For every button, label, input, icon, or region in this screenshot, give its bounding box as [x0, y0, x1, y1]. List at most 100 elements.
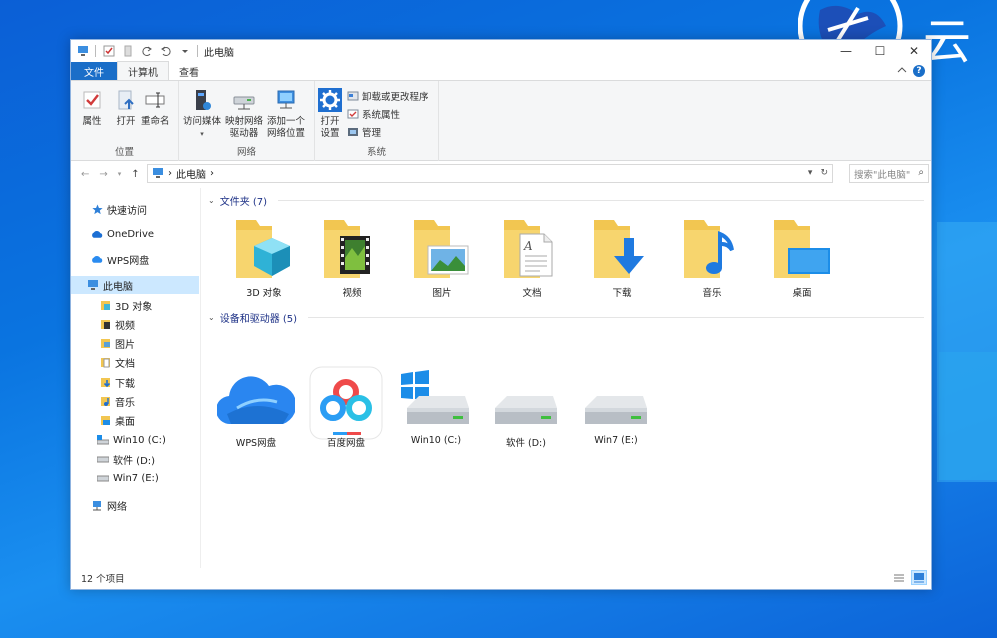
- folder-downloads[interactable]: 下载: [582, 216, 662, 299]
- rename-button[interactable]: 重命名: [141, 87, 170, 128]
- nav-item-pictures[interactable]: 图片: [99, 334, 135, 352]
- undo-icon[interactable]: [159, 45, 172, 58]
- device-drive-c[interactable]: Win10 (C:): [396, 368, 476, 446]
- device-drive-e[interactable]: Win7 (E:): [576, 368, 656, 446]
- nav-item-videos[interactable]: 视频: [99, 315, 135, 333]
- star-icon: [91, 203, 103, 215]
- search-input[interactable]: 搜索"此电脑" ⌕: [849, 164, 929, 183]
- properties-check-icon[interactable]: [102, 45, 115, 58]
- system-properties-button[interactable]: 系统属性: [347, 107, 400, 121]
- chevron-down-icon: ⌄: [208, 313, 215, 322]
- nav-item-documents[interactable]: 文档: [99, 353, 135, 371]
- address-input[interactable]: › 此电脑 › ▾ ↻: [147, 164, 833, 183]
- wps-cloud-icon: [91, 253, 103, 265]
- folder-videos[interactable]: 视频: [312, 216, 392, 299]
- close-button[interactable]: ✕: [897, 40, 931, 62]
- desktop-icon: [99, 414, 111, 426]
- folder-pictures[interactable]: 图片: [402, 216, 482, 299]
- properties-button[interactable]: 属性: [79, 87, 105, 128]
- nav-item-onedrive[interactable]: OneDrive: [91, 225, 154, 243]
- refresh-icon[interactable]: ↻: [820, 168, 828, 178]
- nav-item-drive-c[interactable]: Win10 (C:): [97, 431, 166, 449]
- folder-desktop[interactable]: 桌面: [762, 216, 842, 299]
- downloads-icon: [99, 376, 111, 388]
- new-folder-icon[interactable]: [121, 45, 134, 58]
- up-arrow-icon[interactable]: ↑: [131, 169, 139, 180]
- large-icons-view-button[interactable]: [911, 570, 927, 585]
- computer-icon: [153, 168, 163, 178]
- nav-item-network[interactable]: 网络: [91, 496, 127, 514]
- ribbon: 属性 打开 重命名 位置 访问媒体 ▾ 映射网络 驱动器 添加一个 网络位置 网…: [71, 81, 931, 161]
- ribbon-group-label: 网络: [236, 147, 256, 158]
- 3d-objects-icon: [99, 299, 111, 311]
- nav-item-quick-access[interactable]: 快速访问: [91, 200, 147, 218]
- map-network-drive-button[interactable]: 映射网络 驱动器: [225, 87, 263, 140]
- music-icon: [99, 395, 111, 407]
- access-media-button[interactable]: 访问媒体 ▾: [183, 87, 221, 140]
- system-properties-icon: [347, 109, 359, 119]
- window-title: 此电脑: [204, 47, 234, 59]
- open-settings-button[interactable]: 打开 设置: [317, 87, 343, 140]
- nav-item-music[interactable]: 音乐: [99, 392, 135, 410]
- collapse-ribbon-icon[interactable]: [897, 66, 907, 77]
- nav-item-3d-objects[interactable]: 3D 对象: [99, 296, 152, 314]
- chevron-down-icon[interactable]: [178, 45, 191, 58]
- minimize-button[interactable]: —: [829, 40, 863, 62]
- nav-item-this-pc[interactable]: 此电脑: [71, 276, 199, 294]
- open-button[interactable]: 打开: [113, 87, 139, 128]
- content-pane: ⌄ 文件夹 (7) 3D 对象 视频 图片 A 文档 下载 音乐 桌面 ⌄ 设备…: [202, 188, 932, 568]
- navigation-pane: 快速访问 OneDrive WPS网盘 此电脑 3D 对象 视频 图片 文档 下…: [71, 188, 201, 568]
- video-icon: [99, 318, 111, 330]
- ribbon-group-label: 位置: [114, 147, 134, 158]
- folder-documents[interactable]: A 文档: [492, 216, 572, 299]
- check-icon: [79, 87, 105, 113]
- drive-icon: [585, 396, 647, 424]
- computer-icon: [87, 279, 99, 291]
- downloads-folder-icon: [594, 220, 644, 278]
- manage-button[interactable]: 管理: [347, 125, 381, 139]
- breadcrumb-this-pc[interactable]: 此电脑: [176, 166, 206, 181]
- folder-3d-objects[interactable]: 3D 对象: [224, 216, 304, 299]
- settings-gear-icon: [317, 87, 343, 113]
- documents-icon: [99, 356, 111, 368]
- device-wps-drive[interactable]: WPS网盘: [216, 368, 296, 449]
- redo-icon[interactable]: [140, 45, 153, 58]
- nav-item-downloads[interactable]: 下载: [99, 373, 135, 391]
- details-view-button[interactable]: [891, 570, 907, 585]
- nav-item-drive-e[interactable]: Win7 (E:): [97, 469, 159, 487]
- network-icon: [91, 499, 103, 511]
- help-icon[interactable]: ?: [913, 65, 925, 77]
- device-drive-d[interactable]: 软件 (D:): [486, 368, 566, 449]
- drive-icon: [97, 453, 109, 465]
- 3d-objects-folder-icon: [236, 220, 290, 278]
- back-arrow-icon[interactable]: ←: [81, 169, 89, 180]
- title-bar: 此电脑 — ☐ ✕: [71, 40, 931, 62]
- rename-icon: [142, 87, 168, 113]
- documents-folder-icon: A: [504, 220, 553, 278]
- maximize-button[interactable]: ☐: [863, 40, 897, 62]
- tab-view[interactable]: 查看: [169, 62, 209, 80]
- add-network-location-button[interactable]: 添加一个 网络位置: [267, 87, 305, 140]
- device-baidu-drive[interactable]: 百度网盘: [306, 366, 386, 449]
- tab-file[interactable]: 文件: [71, 62, 117, 80]
- nav-item-desktop[interactable]: 桌面: [99, 411, 135, 429]
- folders-section-header[interactable]: ⌄ 文件夹 (7): [208, 193, 924, 208]
- forward-arrow-icon[interactable]: →: [99, 169, 107, 180]
- folder-music[interactable]: 音乐: [672, 216, 752, 299]
- nav-item-drive-d[interactable]: 软件 (D:): [97, 450, 155, 468]
- manage-icon: [348, 128, 358, 136]
- wps-cloud-icon: [217, 376, 295, 425]
- nav-item-wps[interactable]: WPS网盘: [91, 250, 149, 268]
- recent-chevron-icon[interactable]: ▾: [118, 170, 122, 178]
- search-icon: ⌕: [918, 167, 924, 178]
- cloud-icon: [91, 228, 103, 240]
- uninstall-icon: [347, 91, 359, 101]
- ribbon-group-network: 访问媒体 ▾ 映射网络 驱动器 添加一个 网络位置 网络: [179, 81, 315, 161]
- add-network-location-icon: [273, 87, 299, 113]
- devices-section-header[interactable]: ⌄ 设备和驱动器 (5): [208, 310, 924, 325]
- address-dropdown-icon[interactable]: ▾: [808, 168, 813, 178]
- tab-computer[interactable]: 计算机: [117, 61, 169, 80]
- ribbon-group-location: 属性 打开 重命名 位置: [71, 81, 179, 161]
- quick-access-toolbar: [71, 45, 198, 58]
- uninstall-program-button[interactable]: 卸载或更改程序: [347, 89, 429, 103]
